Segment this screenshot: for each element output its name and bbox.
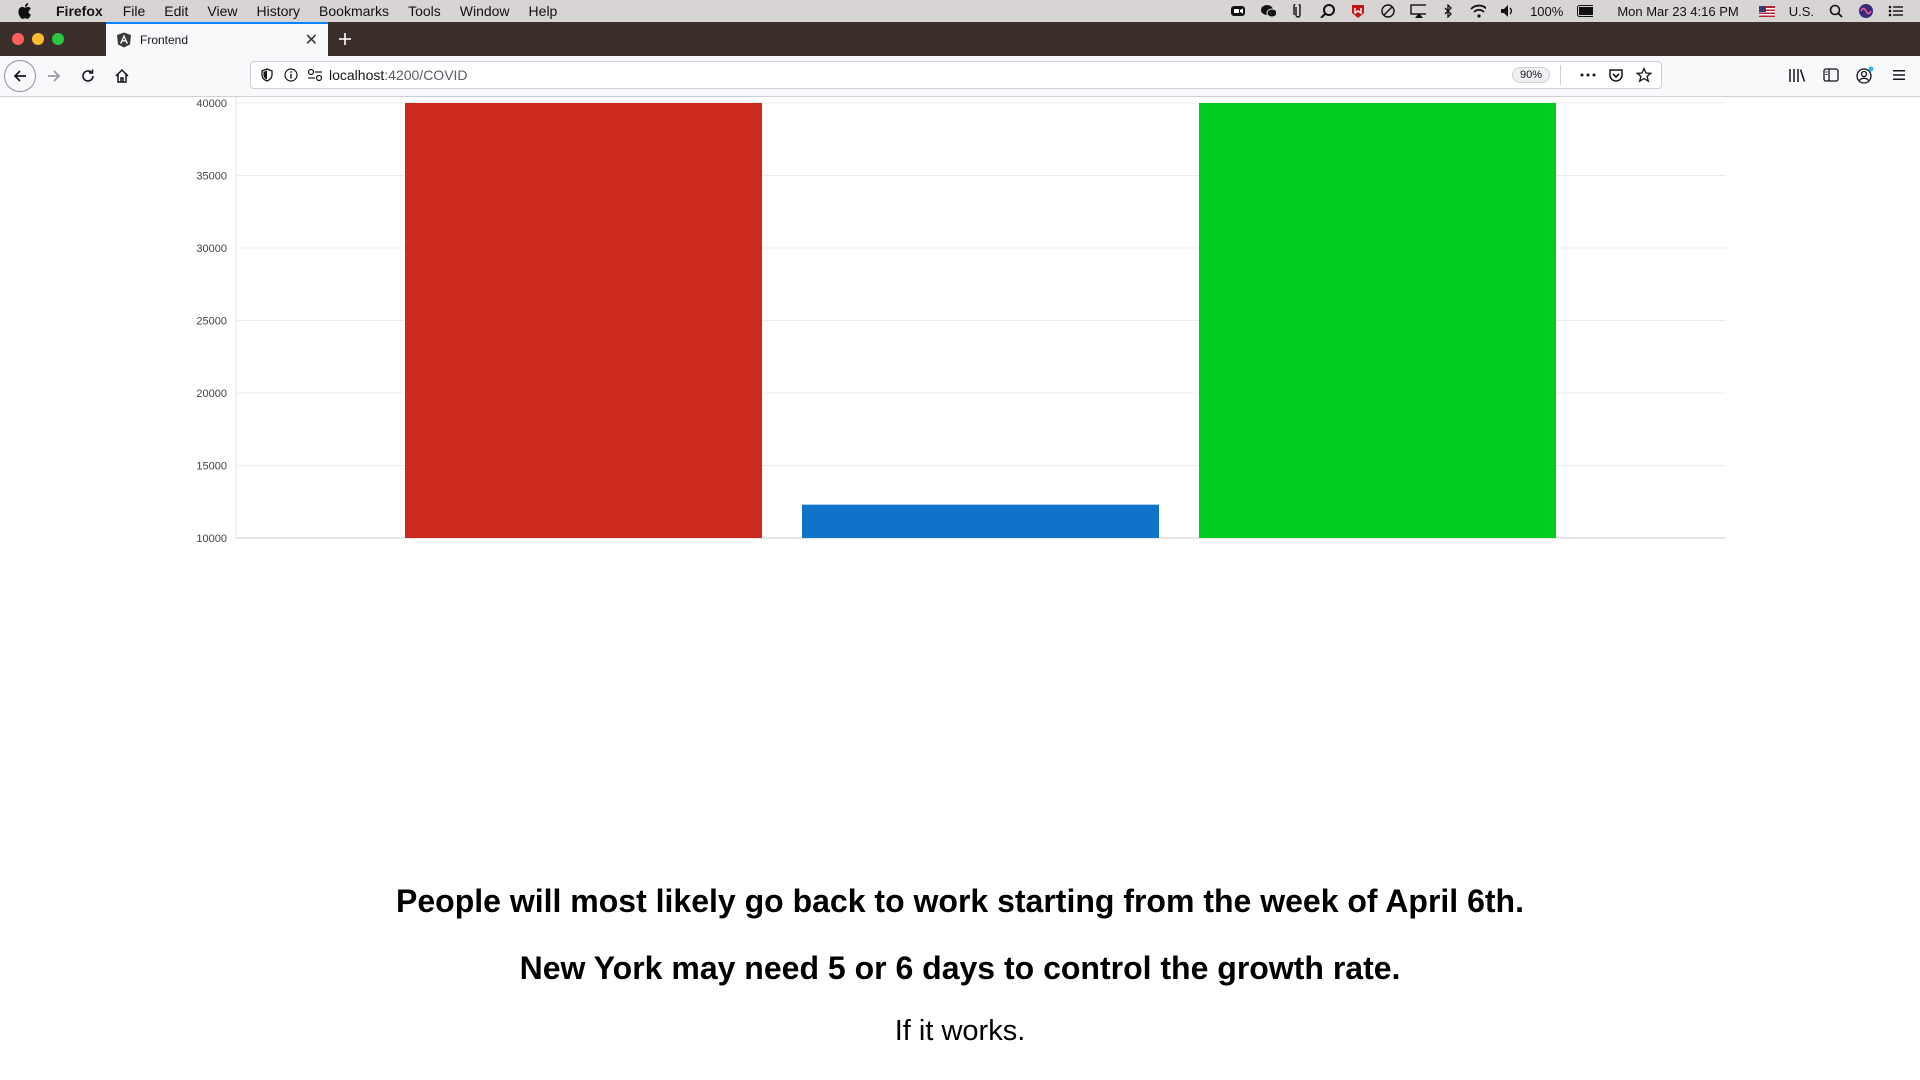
urlbar-separator — [1560, 65, 1561, 85]
pocket-icon[interactable] — [1605, 68, 1627, 83]
bookmark-star-icon[interactable] — [1633, 67, 1655, 83]
wechat-icon[interactable] — [1260, 4, 1277, 18]
reload-button[interactable] — [72, 60, 104, 92]
bar-chart: 10000 15000 20000 25000 30000 35000 40000 — [196, 97, 1726, 545]
url-host: localhost — [329, 67, 385, 83]
menu-help[interactable]: Help — [529, 3, 558, 19]
y-tick-label: 10000 — [196, 533, 227, 545]
chart-bar-2[interactable] — [802, 504, 1159, 538]
menu-view[interactable]: View — [207, 3, 237, 19]
menu-file[interactable]: File — [123, 3, 146, 19]
volume-icon[interactable] — [1500, 4, 1516, 18]
y-tick-label: 40000 — [196, 98, 227, 110]
tab-title: Frontend — [140, 33, 189, 47]
chart-bar-3[interactable] — [1199, 103, 1556, 538]
y-tick-label: 20000 — [196, 388, 227, 400]
menu-app-firefox[interactable]: Firefox — [56, 3, 103, 19]
battery-icon[interactable] — [1577, 4, 1594, 18]
tracking-protection-shield-icon[interactable] — [257, 68, 277, 82]
notification-center-icon[interactable] — [1888, 4, 1904, 18]
page-actions-menu-icon[interactable] — [1577, 73, 1599, 77]
angular-icon — [116, 32, 132, 48]
url-path: :4200/COVID — [384, 67, 468, 83]
app-menu-hamburger-icon[interactable] — [1884, 60, 1914, 90]
navigation-toolbar: localhost:4200/COVID 90% — [0, 56, 1920, 97]
zoom-icon[interactable] — [1230, 4, 1246, 18]
toolbar-right-buttons — [1782, 60, 1914, 90]
bluetooth-icon[interactable] — [1440, 4, 1456, 18]
growth-rate-message: New York may need 5 or 6 days to control… — [519, 950, 1401, 986]
tab-strip: Frontend ✕ — [0, 22, 1920, 56]
apple-menu-icon[interactable] — [18, 3, 42, 19]
menubar-status-area: 100% Mon Mar 23 4:16 PM U.S. — [1230, 4, 1904, 19]
zoom-level-button[interactable]: 90% — [1511, 67, 1550, 83]
window-close-button[interactable] — [12, 33, 24, 45]
account-icon[interactable] — [1850, 60, 1880, 90]
sidebar-toggle-icon[interactable] — [1816, 60, 1846, 90]
menubar-clock[interactable]: Mon Mar 23 4:16 PM — [1617, 4, 1738, 19]
y-tick-label: 35000 — [196, 171, 227, 183]
flag-icon[interactable] — [1758, 4, 1775, 18]
input-source-label[interactable]: U.S. — [1789, 4, 1814, 19]
menu-edit[interactable]: Edit — [164, 3, 188, 19]
y-tick-label: 30000 — [196, 243, 227, 255]
airplay-icon[interactable] — [1410, 4, 1427, 18]
prediction-message: People will most likely go back to work … — [396, 883, 1524, 919]
window-minimize-button[interactable] — [32, 33, 44, 45]
home-button[interactable] — [106, 60, 138, 92]
y-tick-label: 15000 — [196, 461, 227, 473]
caveat-message: If it works. — [894, 1015, 1026, 1047]
site-info-icon[interactable] — [281, 68, 301, 82]
paperclip-icon[interactable] — [1290, 4, 1306, 18]
menu-history[interactable]: History — [256, 3, 300, 19]
window-maximize-button[interactable] — [52, 33, 64, 45]
battery-percent: 100% — [1530, 3, 1564, 19]
tab-frontend[interactable]: Frontend ✕ — [106, 22, 328, 56]
mcafee-icon[interactable] — [1350, 4, 1366, 18]
magnifier-icon[interactable] — [1320, 4, 1336, 18]
macos-menubar: Firefox File Edit View History Bookmarks… — [0, 0, 1920, 22]
tab-close-icon[interactable]: ✕ — [305, 30, 318, 50]
window-controls — [12, 22, 106, 56]
menu-tools[interactable]: Tools — [408, 3, 441, 19]
y-tick-label: 25000 — [196, 316, 227, 328]
permissions-icon[interactable] — [305, 68, 325, 82]
page-content: 10000 15000 20000 25000 30000 35000 40000 Peop… — [0, 97, 1920, 1080]
forward-button[interactable] — [38, 60, 70, 92]
wifi-icon[interactable] — [1470, 4, 1487, 18]
menu-bookmarks[interactable]: Bookmarks — [319, 3, 389, 19]
siri-icon[interactable] — [1858, 4, 1874, 18]
back-button[interactable] — [4, 60, 36, 92]
menu-window[interactable]: Window — [460, 3, 510, 19]
circle-icon[interactable] — [1380, 4, 1396, 18]
new-tab-button[interactable] — [328, 22, 362, 56]
spotlight-icon[interactable] — [1828, 4, 1844, 18]
address-bar[interactable]: localhost:4200/COVID 90% — [250, 61, 1662, 89]
chart-bar-1[interactable] — [405, 103, 762, 538]
library-icon[interactable] — [1782, 60, 1812, 90]
